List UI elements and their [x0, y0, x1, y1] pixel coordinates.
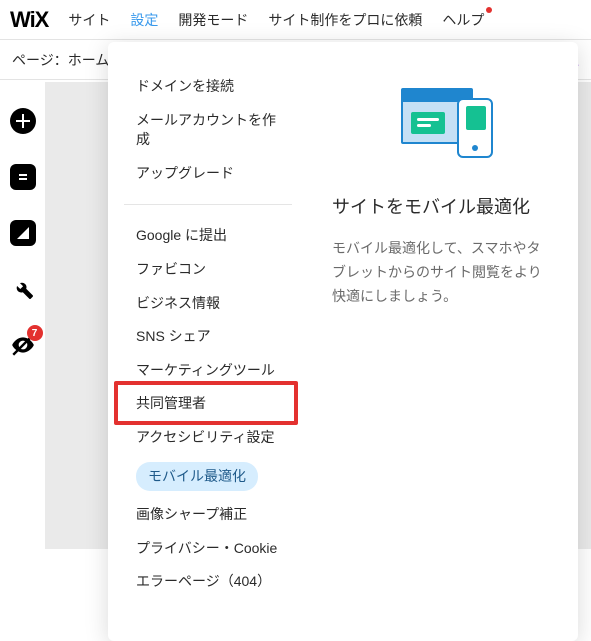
detail-body: モバイル最適化して、スマホやタブレットからのサイト閲覧をより快適にしましょう。 [332, 237, 554, 308]
menu-favicon[interactable]: ファビコン [108, 253, 308, 287]
menu-submit-google[interactable]: Google に提出 [108, 219, 308, 253]
detail-title: サイトをモバイル最適化 [332, 194, 554, 221]
menu-marketing-tools[interactable]: マーケティングツール [108, 354, 308, 388]
rail-pages-button[interactable] [9, 163, 37, 191]
topnav-devmode[interactable]: 開発モード [178, 10, 248, 30]
wrench-icon [11, 277, 35, 301]
dropdown-detail-panel: サイトをモバイル最適化 モバイル最適化して、スマホやタブレットからのサイト閲覧を… [308, 42, 578, 641]
page-icon [10, 164, 36, 190]
dropdown-menu-list: ドメインを接続 メールアカウントを作成 アップグレード Google に提出 フ… [108, 42, 308, 641]
menu-connect-domain[interactable]: ドメインを接続 [108, 70, 308, 104]
menu-mobile-optimize-label: モバイル最適化 [136, 462, 258, 492]
rail-theme-button[interactable] [9, 219, 37, 247]
menu-error-page-404[interactable]: エラーページ（404） [108, 565, 308, 599]
menu-business-info[interactable]: ビジネス情報 [108, 287, 308, 321]
menu-co-admin[interactable]: 共同管理者 [108, 387, 308, 421]
wix-logo: WiX [10, 7, 48, 33]
rail-badge: 7 [27, 325, 43, 341]
menu-separator [124, 204, 292, 205]
topnav-help[interactable]: ヘルプ [442, 10, 484, 30]
rail-apps-button[interactable]: 7 [9, 331, 37, 359]
topnav-site[interactable]: サイト [68, 10, 110, 30]
topnav-help-label: ヘルプ [442, 12, 484, 28]
plus-icon [10, 108, 36, 134]
notification-dot-icon [486, 7, 492, 13]
top-menu-bar: WiX サイト 設定 開発モード サイト制作をプロに依頼 ヘルプ [0, 0, 591, 40]
settings-dropdown: ドメインを接続 メールアカウントを作成 アップグレード Google に提出 フ… [108, 42, 578, 641]
menu-sns-share[interactable]: SNS シェア [108, 320, 308, 354]
topnav-settings[interactable]: 設定 [130, 10, 158, 30]
menu-create-mail[interactable]: メールアカウントを作成 [108, 104, 308, 157]
mobile-optimize-illustration [393, 86, 493, 166]
rail-tools-button[interactable] [9, 275, 37, 303]
contrast-icon [10, 220, 36, 246]
topnav-hire-pro[interactable]: サイト制作をプロに依頼 [268, 10, 422, 30]
page-selector[interactable]: ページ：ホーム [12, 50, 109, 70]
menu-image-sharpen[interactable]: 画像シャープ補正 [108, 498, 308, 532]
menu-accessibility[interactable]: アクセシビリティ設定 [108, 421, 308, 455]
menu-upgrade[interactable]: アップグレード [108, 157, 308, 191]
menu-mobile-optimize[interactable]: モバイル最適化 [108, 455, 308, 499]
rail-add-button[interactable] [9, 107, 37, 135]
left-tool-rail: 7 [0, 82, 45, 549]
